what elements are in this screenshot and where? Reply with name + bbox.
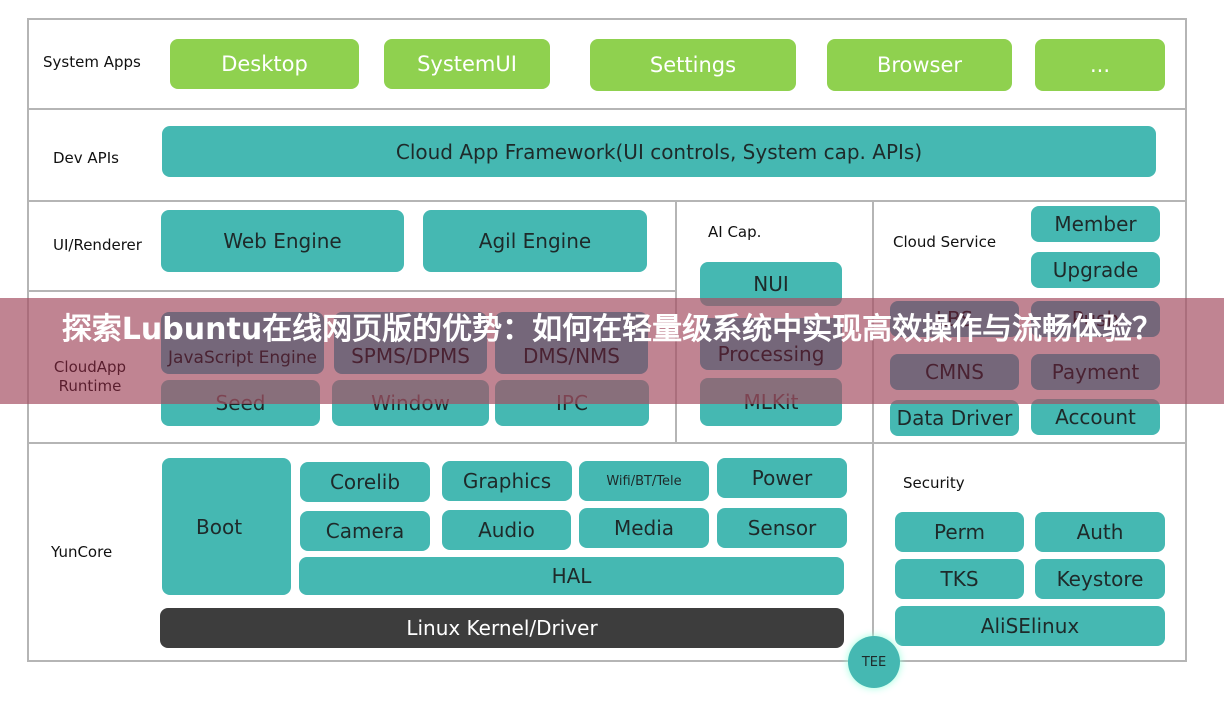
upgrade[interactable]: Upgrade <box>1031 252 1160 288</box>
sensor[interactable]: Sensor <box>717 508 847 548</box>
divider <box>675 200 677 444</box>
layer-label-yuncore: YunCore <box>51 543 113 561</box>
perm[interactable]: Perm <box>895 512 1024 552</box>
frame-top <box>27 18 1187 20</box>
hal[interactable]: HAL <box>299 557 844 595</box>
lbs[interactable]: LBS <box>890 301 1019 337</box>
divider <box>27 442 1187 444</box>
media[interactable]: Media <box>579 508 709 548</box>
frame-bottom <box>27 660 1187 662</box>
push[interactable]: Push <box>1031 301 1160 337</box>
linux-kernel-driver[interactable]: Linux Kernel/Driver <box>160 608 844 648</box>
camera[interactable]: Camera <box>300 511 430 551</box>
layer-label-dev-apis: Dev APIs <box>53 149 119 167</box>
divider <box>872 200 874 662</box>
layer-label-cloudapp-runtime: CloudApp Runtime <box>53 358 127 395</box>
ipc[interactable]: IPC <box>495 380 649 426</box>
corelib[interactable]: Corelib <box>300 462 430 502</box>
dms-nms[interactable]: DMS/NMS <box>495 312 648 374</box>
agil-engine[interactable]: Agil Engine <box>423 210 647 272</box>
nui[interactable]: NUI <box>700 262 842 306</box>
layer-label-cloud-service: Cloud Service <box>893 233 997 251</box>
frame-right <box>1185 18 1187 662</box>
app-settings[interactable]: Settings <box>590 39 796 91</box>
tks[interactable]: TKS <box>895 559 1024 599</box>
graphics[interactable]: Graphics <box>442 461 572 501</box>
javascript-engine[interactable]: JavaScript Engine <box>161 312 324 374</box>
app-more[interactable]: ... <box>1035 39 1165 91</box>
layer-label-ai-cap: AI Cap. <box>708 223 762 241</box>
seed[interactable]: Seed <box>161 380 320 426</box>
payment[interactable]: Payment <box>1031 354 1160 390</box>
divider <box>27 200 1187 202</box>
frame-left <box>27 18 29 662</box>
boot[interactable]: Boot <box>162 458 291 595</box>
web-engine[interactable]: Web Engine <box>161 210 404 272</box>
power[interactable]: Power <box>717 458 847 498</box>
data-driver[interactable]: Data Driver <box>890 400 1019 436</box>
tee-badge[interactable]: TEE <box>848 636 900 688</box>
window[interactable]: Window <box>332 380 489 426</box>
app-desktop[interactable]: Desktop <box>170 39 359 89</box>
spms-dpms[interactable]: SPMS/DPMS <box>334 312 487 374</box>
cloud-app-framework[interactable]: Cloud App Framework(UI controls, System … <box>162 126 1156 177</box>
mlkit[interactable]: MLKit <box>700 378 842 426</box>
member[interactable]: Member <box>1031 206 1160 242</box>
cmns[interactable]: CMNS <box>890 354 1019 390</box>
app-browser[interactable]: Browser <box>827 39 1012 91</box>
layer-label-ui-renderer: UI/Renderer <box>53 236 142 254</box>
audio[interactable]: Audio <box>442 510 571 550</box>
divider <box>27 108 1187 110</box>
processing[interactable]: Processing <box>700 318 842 370</box>
app-systemui[interactable]: SystemUI <box>384 39 550 89</box>
wifi-bt-tele[interactable]: Wifi/BT/Tele <box>579 461 709 501</box>
keystore[interactable]: Keystore <box>1035 559 1165 599</box>
layer-label-system-apps: System Apps <box>43 53 141 71</box>
layer-label-security: Security <box>903 474 965 492</box>
aliselinux[interactable]: AliSElinux <box>895 606 1165 646</box>
account[interactable]: Account <box>1031 399 1160 435</box>
divider <box>27 290 676 292</box>
auth[interactable]: Auth <box>1035 512 1165 552</box>
